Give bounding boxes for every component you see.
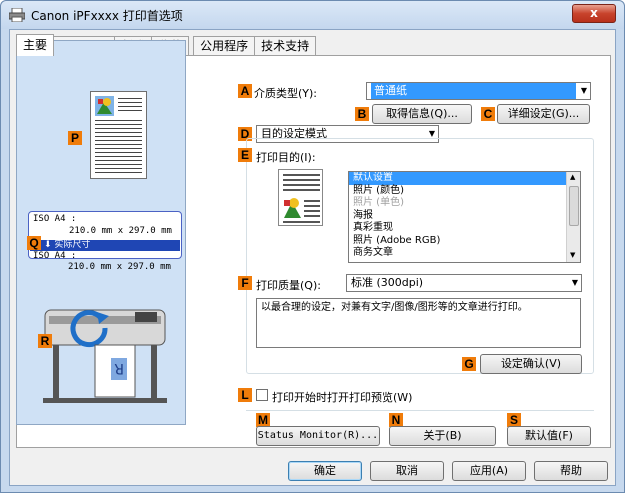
chevron-down-icon: ▼	[580, 86, 587, 95]
list-item[interactable]: 海报	[349, 210, 580, 223]
marker-a: A	[238, 84, 252, 98]
output-size-label: ISO A4 :	[33, 251, 77, 261]
image-thumbnail-icon	[95, 96, 114, 116]
ok-button[interactable]: 确定	[288, 461, 362, 481]
marker-m: M	[256, 413, 270, 427]
printer-icon	[9, 8, 25, 22]
input-size-label: ISO A4 :	[33, 214, 77, 224]
divider	[246, 410, 594, 411]
help-button[interactable]: 帮助	[534, 461, 608, 481]
list-item[interactable]: 真彩重现	[349, 222, 580, 235]
list-item[interactable]: 默认设置	[349, 172, 580, 185]
tab-main[interactable]: 主要	[16, 34, 55, 56]
chevron-down-icon: ▼	[571, 278, 578, 287]
print-quality-value: 标准 (300dpi)	[351, 276, 424, 289]
list-item[interactable]: 照片 (单色)	[349, 197, 580, 210]
scroll-down-icon[interactable]: ▼	[570, 251, 575, 259]
media-type-select[interactable]: 普通纸 ▼	[366, 82, 591, 100]
close-button[interactable]: x	[572, 4, 616, 23]
marker-p: P	[68, 131, 82, 145]
window-title: Canon iPFxxxx 打印首选项	[31, 9, 183, 23]
list-item[interactable]: 照片 (Adobe RGB)	[349, 235, 580, 248]
page-preview	[90, 91, 147, 179]
detail-settings-button[interactable]: 详细设定(G)...	[497, 104, 590, 124]
list-scrollbar[interactable]: ▲ ▼	[566, 172, 580, 262]
input-size-value: 210.0 mm x 297.0 mm	[69, 226, 172, 236]
cancel-button[interactable]: 取消	[370, 461, 444, 481]
quality-description: 以最合理的设定，对兼有文字/图像/图形等的文章进行打印。	[256, 298, 581, 348]
marker-n: N	[389, 413, 403, 427]
tab-support[interactable]: 技术支持	[254, 36, 317, 56]
large-format-printer-image: R	[43, 309, 167, 403]
about-button[interactable]: 关于(B)	[389, 426, 496, 446]
list-item[interactable]: 商务文章	[349, 247, 580, 260]
marker-b: B	[355, 107, 369, 121]
tab-utility[interactable]: 公用程序	[193, 36, 256, 56]
media-type-label: 介质类型(Y):	[254, 87, 318, 100]
marker-c: C	[481, 107, 495, 121]
apply-button[interactable]: 应用(A)	[452, 461, 526, 481]
actual-size-label: 实际尺寸	[54, 240, 91, 250]
media-type-value: 普通纸	[371, 83, 576, 99]
confirm-settings-button[interactable]: 设定确认(V)	[480, 354, 582, 374]
marker-l: L	[238, 388, 252, 402]
document-thumbnail-icon	[278, 169, 323, 226]
scroll-up-icon[interactable]: ▲	[570, 173, 575, 181]
print-purpose-label: 打印目的(I):	[256, 151, 316, 164]
status-monitor-button[interactable]: Status Monitor(R)...	[256, 426, 380, 446]
get-info-button[interactable]: 取得信息(Q)...	[372, 104, 472, 124]
output-size-value: 210.0 mm x 297.0 mm	[68, 262, 171, 272]
defaults-button[interactable]: 默认值(F)	[507, 426, 591, 446]
marker-f: F	[238, 276, 252, 290]
print-quality-label: 打印质量(Q):	[256, 279, 321, 292]
down-arrow-icon: ⬇	[44, 240, 55, 250]
scroll-thumb[interactable]	[569, 186, 579, 226]
marker-s: S	[507, 413, 521, 427]
paper-size-panel: ISO A4 : 210.0 mm x 297.0 mm ⬇ 实际尺寸 ISO …	[28, 211, 182, 261]
list-item[interactable]: 照片 (颜色)	[349, 185, 580, 198]
print-quality-select[interactable]: 标准 (300dpi) ▼	[346, 274, 582, 292]
marker-r: R	[38, 334, 52, 348]
title-bar: Canon iPFxxxx 打印首选项 x	[1, 1, 624, 29]
printout-letter: R	[114, 360, 124, 376]
marker-q: Q	[27, 236, 41, 250]
print-purpose-list[interactable]: 默认设置 照片 (颜色) 照片 (单色) 海报 真彩重现 照片 (Adobe R…	[348, 171, 581, 263]
marker-g: G	[462, 357, 476, 371]
open-preview-checkbox[interactable]	[256, 389, 268, 401]
open-preview-label: 打印开始时打开打印预览(W)	[272, 391, 413, 404]
marker-e: E	[238, 148, 252, 162]
actual-size-row: ⬇ 实际尺寸	[30, 240, 180, 251]
